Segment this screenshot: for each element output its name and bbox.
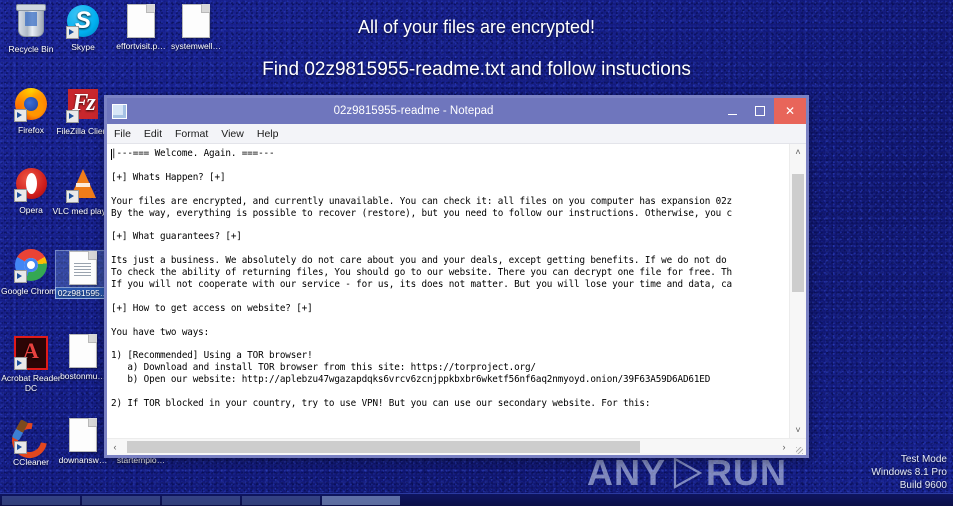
vertical-scroll-thumb[interactable] xyxy=(792,174,804,292)
ransom-note-text[interactable]: |---=== Welcome. Again. ===--- [+] Whats… xyxy=(107,144,789,410)
notepad-titlebar[interactable]: 02z9815955-readme - Notepad ✕ xyxy=(107,98,806,124)
desktop-icon-label: Skype xyxy=(71,42,95,52)
notepad-body: |---=== Welcome. Again. ===--- [+] Whats… xyxy=(107,144,806,438)
taskbar-item[interactable] xyxy=(162,495,240,505)
maximize-button[interactable] xyxy=(746,98,774,124)
menu-help[interactable]: Help xyxy=(257,128,279,140)
desktop-icon-label: 02z981595… xyxy=(55,287,111,299)
notepad-menubar[interactable]: File Edit Format View Help xyxy=(107,124,806,144)
horizontal-scroll-thumb[interactable] xyxy=(127,441,640,453)
anyrun-watermark: ANY RUN xyxy=(587,452,787,494)
window-resize-grip[interactable] xyxy=(792,438,806,456)
vlc-icon xyxy=(66,169,100,203)
watermark-text-run: RUN xyxy=(706,452,787,493)
scroll-down-arrow-icon[interactable]: ˅ xyxy=(790,422,806,438)
close-button[interactable]: ✕ xyxy=(774,98,806,124)
horizontal-scrollbar[interactable]: ‹ › xyxy=(107,438,806,455)
text-caret xyxy=(111,149,112,160)
taskbar[interactable] xyxy=(0,493,953,506)
scroll-up-arrow-icon[interactable]: ˄ xyxy=(790,144,806,160)
desktop-icon-label: effortvisit.p… xyxy=(116,41,166,51)
ransom-banner-line1: All of your files are encrypted! xyxy=(357,17,596,37)
watermark-text-any: ANY xyxy=(586,452,666,493)
opera-icon xyxy=(14,168,48,202)
desktop-icon-02z9815955-readme[interactable]: 02z981595… xyxy=(55,250,111,299)
test-mode-line2: Windows 8.1 Pro xyxy=(871,467,947,478)
notepad-text-area[interactable]: |---=== Welcome. Again. ===--- [+] Whats… xyxy=(107,144,789,438)
desktop-icon-label: Google Chrome xyxy=(0,286,61,296)
file-icon xyxy=(66,334,100,368)
file-icon xyxy=(66,418,100,452)
text-file-icon xyxy=(66,251,100,285)
vertical-scrollbar[interactable]: ˄ ˅ xyxy=(789,144,806,438)
desktop-icon-google-chrome[interactable]: Google Chrome xyxy=(0,248,62,296)
test-mode-line1: Test Mode xyxy=(900,454,947,465)
menu-file[interactable]: File xyxy=(114,128,131,140)
menu-format[interactable]: Format xyxy=(175,128,208,140)
menu-edit[interactable]: Edit xyxy=(144,128,162,140)
notepad-title: 02z9815955-readme - Notepad xyxy=(333,105,494,117)
scroll-left-arrow-icon[interactable]: ‹ xyxy=(107,439,123,455)
desktop-screen: All of your files are encrypted! Find 02… xyxy=(0,0,953,506)
desktop-icon-label: systemwell… xyxy=(170,41,222,51)
minimize-button[interactable] xyxy=(718,98,746,124)
menu-view[interactable]: View xyxy=(221,128,244,140)
taskbar-item[interactable] xyxy=(242,495,320,505)
acrobat-icon: A xyxy=(14,336,48,370)
filezilla-icon: Fz xyxy=(66,89,100,123)
ransom-banner-line2: Find 02z9815955-readme.txt and follow in… xyxy=(262,59,691,80)
ccleaner-icon xyxy=(5,416,54,465)
test-mode-watermark: Test Mode Windows 8.1 Pro Build 9600 xyxy=(871,453,947,492)
horizontal-scroll-track[interactable] xyxy=(123,439,776,455)
play-triangle-icon xyxy=(668,455,704,491)
notepad-window[interactable]: 02z9815955-readme - Notepad ✕ File Edit … xyxy=(104,95,809,458)
vertical-scroll-track[interactable] xyxy=(790,160,806,422)
test-mode-line3: Build 9600 xyxy=(899,480,947,491)
taskbar-item[interactable] xyxy=(2,495,80,505)
taskbar-item[interactable] xyxy=(82,495,160,505)
chrome-icon xyxy=(14,249,48,283)
firefox-icon xyxy=(14,88,48,122)
scroll-right-arrow-icon[interactable]: › xyxy=(776,439,792,455)
taskbar-item-active[interactable] xyxy=(322,495,400,505)
